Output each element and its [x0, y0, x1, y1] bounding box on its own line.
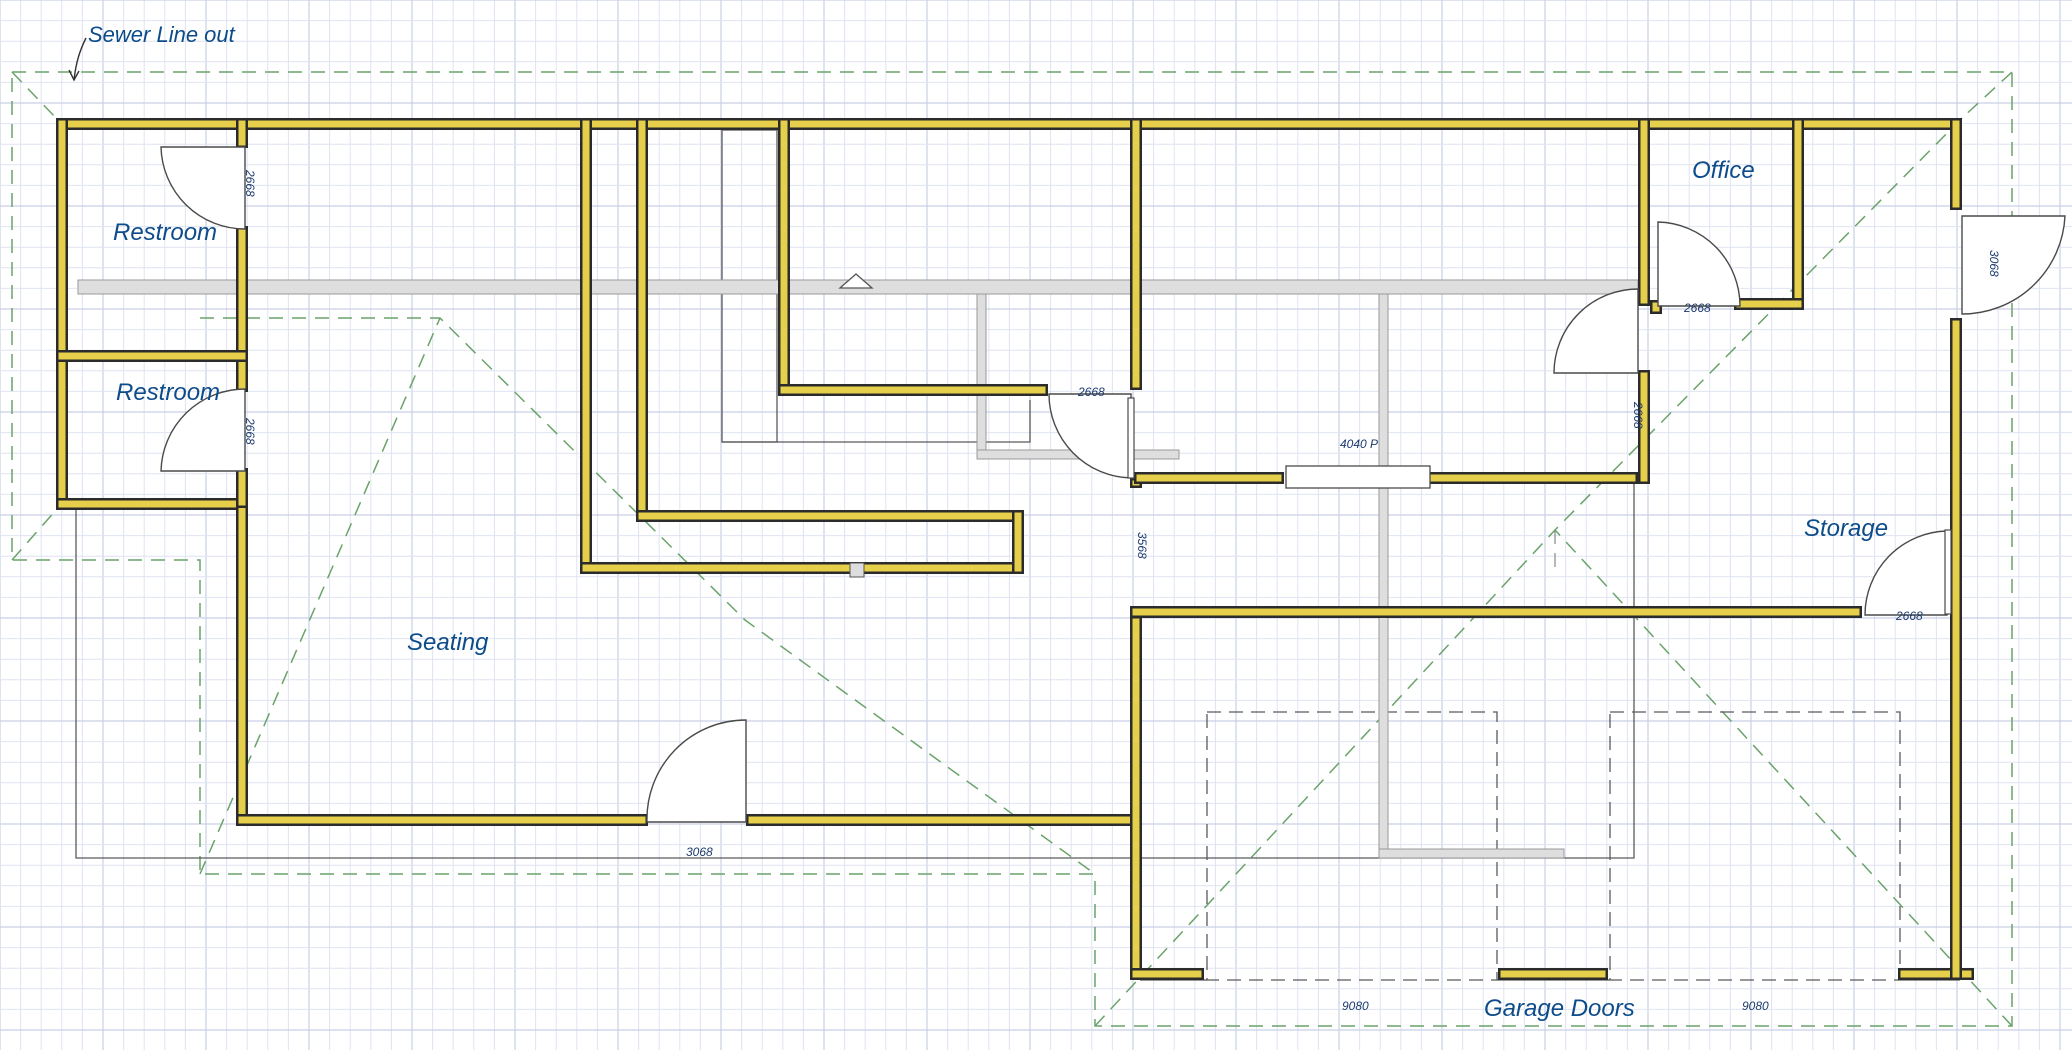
- front-door: [646, 719, 747, 823]
- background-grid: [0, 0, 2072, 1050]
- wall-fill: [238, 228, 246, 390]
- restroom-1-door: [160, 146, 246, 230]
- wall-fill: [1952, 120, 1960, 208]
- wall-fill: [238, 816, 646, 824]
- restroom-1-door-dim: 2668: [243, 169, 257, 197]
- office-door-dim: 2668: [1683, 301, 1711, 315]
- garage-doors-label: Garage Doors: [1484, 995, 1635, 1022]
- wall-fill: [238, 120, 246, 146]
- sewer-line-pointer: [68, 37, 87, 82]
- passage-dim: 4040 P: [1340, 437, 1378, 451]
- wall-fill: [1952, 320, 1960, 978]
- wall-fill: [58, 120, 1960, 128]
- right-hall-door-dim: 2668: [1631, 401, 1645, 429]
- wall-fill: [582, 564, 1022, 572]
- kitchen-door-dim: 2668: [1077, 385, 1105, 399]
- restroom-2-label: Restroom: [116, 379, 220, 406]
- wall-fill: [1136, 474, 1282, 482]
- sewer-line-label: Sewer Line out: [88, 22, 236, 47]
- wall-fill: [58, 500, 246, 508]
- wall-fill: [238, 470, 246, 506]
- wall-fill: [238, 500, 246, 822]
- wall-fill: [58, 352, 246, 360]
- wall-fill: [1640, 120, 1648, 304]
- office-door: [1657, 221, 1741, 307]
- wall-fill: [1500, 970, 1606, 978]
- wall-fill: [638, 512, 1022, 520]
- storage-door: [1864, 530, 1948, 616]
- side-exit-door: [1961, 215, 2066, 315]
- wall-fill: [1014, 512, 1022, 572]
- wall-fill: [582, 120, 590, 572]
- wall-fill: [780, 386, 1046, 394]
- wall-fill: [1430, 474, 1636, 482]
- restroom-2-door-dim: 2668: [243, 417, 257, 445]
- storage-door-dim: 2668: [1895, 609, 1923, 623]
- floor-plan: Sewer Line out Restroom Restroom Seating…: [0, 0, 2072, 1050]
- wall-fill: [58, 120, 66, 508]
- hall-door: [1553, 288, 1639, 374]
- seating-label: Seating: [407, 629, 489, 656]
- wall-fill: [1736, 300, 1802, 308]
- wall-fill: [638, 120, 646, 520]
- kitchen-door: [1048, 393, 1132, 479]
- wall-fill: [1132, 970, 1202, 978]
- wall-fill: [1794, 120, 1802, 306]
- office-label: Office: [1692, 157, 1755, 184]
- wall-fill: [1132, 618, 1140, 978]
- restroom-1-label: Restroom: [113, 219, 217, 246]
- wall-fill: [1132, 120, 1140, 388]
- front-door-dim: 3068: [686, 845, 713, 859]
- garage-door-right-dim: 9080: [1742, 999, 1769, 1013]
- garage-door-left-dim: 9080: [1342, 999, 1369, 1013]
- wall-fill: [780, 120, 788, 394]
- storage-label: Storage: [1804, 515, 1888, 542]
- wall-fill: [1132, 608, 1860, 616]
- hall-opening-dim: 3568: [1135, 532, 1149, 559]
- side-exit-door-dim: 3068: [1987, 250, 2001, 277]
- wall-fill: [748, 816, 1140, 824]
